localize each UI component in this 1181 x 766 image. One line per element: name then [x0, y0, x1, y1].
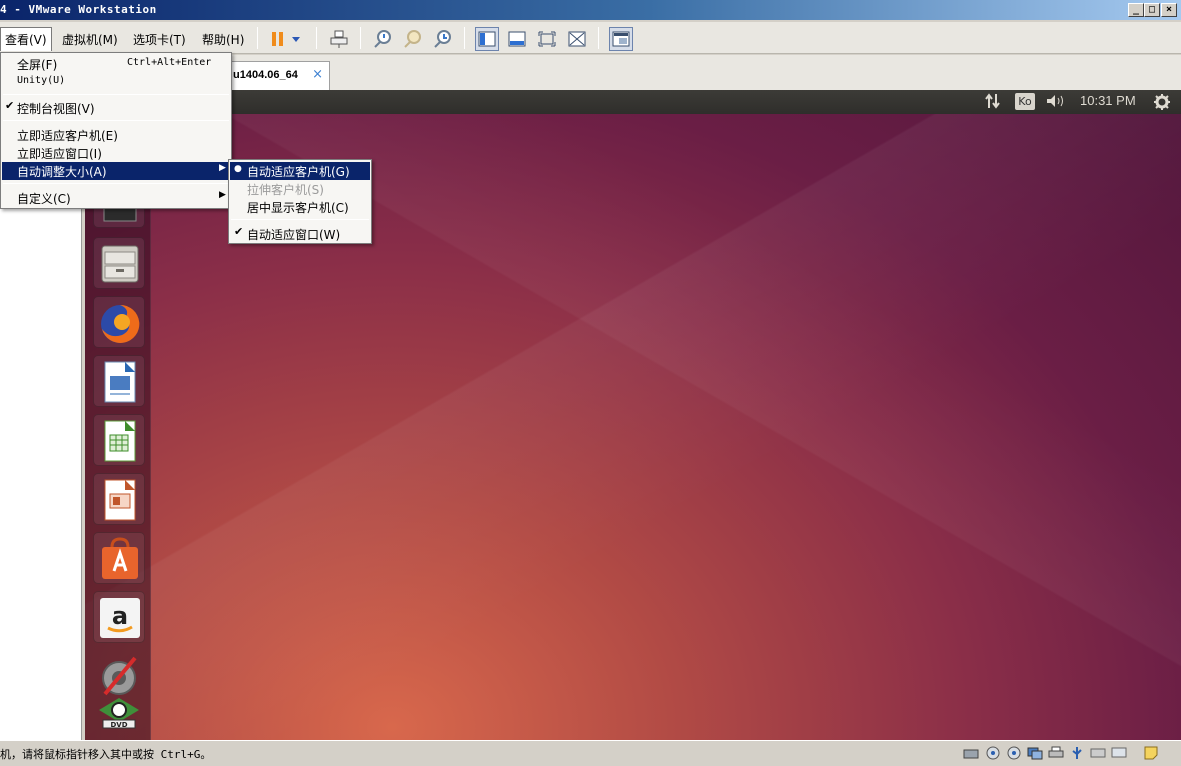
submenu-arrow-icon: ▶ [219, 190, 226, 200]
menu-item-autosize[interactable]: 自动调整大小(A) ▶ [2, 162, 230, 180]
menu-item-label: 全屏(F) [17, 58, 58, 72]
menu-item-label: 自定义(C) [17, 192, 71, 206]
toolbar-separator [464, 27, 465, 49]
network-adapter-icon[interactable] [1027, 746, 1043, 760]
firefox-icon[interactable] [93, 296, 145, 348]
pause-icon[interactable] [266, 27, 290, 51]
tab-vm[interactable]: u1404.06_64 × [228, 61, 330, 90]
library-toggle-icon[interactable] [475, 27, 499, 51]
menu-separator [3, 183, 229, 184]
usb-icon[interactable] [1069, 746, 1085, 760]
title-bar: 4 - VMware Workstation _ □ × [0, 0, 1181, 20]
close-button[interactable]: × [1161, 3, 1177, 17]
calc-icon[interactable] [93, 414, 145, 466]
menu-item-fit-guest-now[interactable]: 立即适应客户机(E) [2, 126, 230, 144]
submenu-item-stretch-guest: 拉伸客户机(S) [230, 180, 370, 198]
menu-separator [3, 94, 229, 95]
dvd-icon[interactable]: DVD [93, 688, 145, 738]
menu-item-label: 居中显示客户机(C) [247, 201, 349, 215]
display-icon[interactable] [1111, 746, 1127, 760]
menu-separator [3, 120, 229, 121]
menu-item-label: 自动适应客户机(G) [247, 165, 350, 179]
submenu-item-center-guest[interactable]: 居中显示客户机(C) [230, 198, 370, 216]
menu-item-label: 自动调整大小(A) [17, 165, 107, 179]
view-menu: 全屏(F) Ctrl+Alt+Enter Unity(U) ✔ 控制台视图(V)… [0, 52, 232, 209]
snapshot-manager-icon[interactable] [431, 27, 455, 51]
snapshot-revert-icon[interactable] [401, 27, 425, 51]
snapshot-take-icon[interactable] [371, 27, 395, 51]
cd-rom-2-icon[interactable] [1006, 746, 1022, 760]
console-view-icon[interactable] [609, 27, 633, 51]
toolbar-separator [257, 27, 258, 49]
keyboard-indicator[interactable]: Ko [1015, 93, 1035, 110]
menu-item-label: 立即适应窗口(I) [17, 147, 102, 161]
radio-dot-icon: ● [234, 164, 242, 174]
menu-toolbar: 查看(V) 虚拟机(M) 选项卡(T) 帮助(H) [0, 22, 1181, 54]
maximize-button[interactable]: □ [1144, 3, 1160, 17]
svg-text:DVD: DVD [110, 721, 127, 729]
amazon-icon[interactable]: a [93, 591, 145, 643]
tab-vm-label: u1404.06_64 [233, 69, 298, 81]
dropdown-arrow-icon[interactable] [288, 27, 304, 51]
menu-separator [231, 219, 369, 220]
menu-item-custom[interactable]: 自定义(C) ▶ [2, 189, 230, 207]
software-center-icon[interactable] [93, 532, 145, 584]
toolbar-separator [598, 27, 599, 49]
menu-item-label: 立即适应客户机(E) [17, 129, 118, 143]
writer-icon[interactable] [93, 355, 145, 407]
volume-icon[interactable] [1046, 94, 1066, 111]
unity-icon[interactable] [565, 27, 589, 51]
status-bar: 机，请将鼠标指针移入其中或按 Ctrl+G。 [0, 740, 1181, 766]
menu-view[interactable]: 查看(V) [0, 27, 52, 51]
impress-icon[interactable] [93, 473, 145, 525]
clock[interactable]: 10:31 PM [1080, 93, 1136, 108]
status-message: 机，请将鼠标指针移入其中或按 Ctrl+G。 [0, 748, 212, 761]
thumbnail-bar-icon[interactable] [505, 27, 529, 51]
submenu-arrow-icon: ▶ [219, 163, 226, 173]
menu-item-fit-window-now[interactable]: 立即适应窗口(I) [2, 144, 230, 162]
submenu-item-autofit-window[interactable]: ✔ 自动适应窗口(W) [230, 225, 370, 243]
files-icon[interactable] [93, 237, 145, 289]
check-icon: ✔ [5, 99, 15, 112]
submenu-item-autofit-guest[interactable]: ● 自动适应客户机(G) [230, 162, 370, 180]
minimize-button[interactable]: _ [1128, 3, 1144, 17]
message-log-icon[interactable] [1143, 746, 1159, 760]
toolbar-separator [316, 27, 317, 49]
printer-icon[interactable] [1048, 746, 1064, 760]
toolbar-separator [360, 27, 361, 49]
send-ctrl-alt-del-icon[interactable] [327, 27, 351, 51]
menu-item-label: 拉伸客户机(S) [247, 183, 324, 197]
svg-text:a: a [112, 602, 128, 630]
sound-card-icon[interactable] [1090, 746, 1106, 760]
menu-item-label: Unity(U) [17, 75, 66, 86]
autosize-submenu: ● 自动适应客户机(G) 拉伸客户机(S) 居中显示客户机(C) ✔ 自动适应窗… [228, 159, 372, 244]
ubuntu-top-panel: Ko 10:31 PM [85, 90, 1181, 114]
menu-item-label: 控制台视图(V) [17, 102, 95, 116]
tab-close-icon[interactable]: × [312, 67, 323, 82]
fullscreen-icon[interactable] [535, 27, 559, 51]
window-title: 4 - VMware Workstation [0, 3, 157, 16]
hard-disk-icon[interactable] [963, 746, 979, 760]
menu-help[interactable]: 帮助(H) [198, 28, 248, 48]
menu-item-shortcut: Ctrl+Alt+Enter [127, 57, 212, 68]
menu-tabs[interactable]: 选项卡(T) [129, 28, 190, 48]
menu-item-console-view[interactable]: ✔ 控制台视图(V) [2, 99, 230, 117]
menu-vm[interactable]: 虚拟机(M) [58, 28, 122, 48]
check-icon: ✔ [234, 225, 244, 238]
menu-item-fullscreen[interactable]: 全屏(F) Ctrl+Alt+Enter [2, 55, 230, 73]
cd-rom-icon[interactable] [985, 746, 1001, 760]
network-icon[interactable] [984, 93, 1002, 112]
menu-item-unity[interactable]: Unity(U) [2, 73, 230, 91]
session-gear-icon[interactable] [1153, 93, 1171, 114]
menu-item-label: 自动适应窗口(W) [247, 228, 341, 242]
